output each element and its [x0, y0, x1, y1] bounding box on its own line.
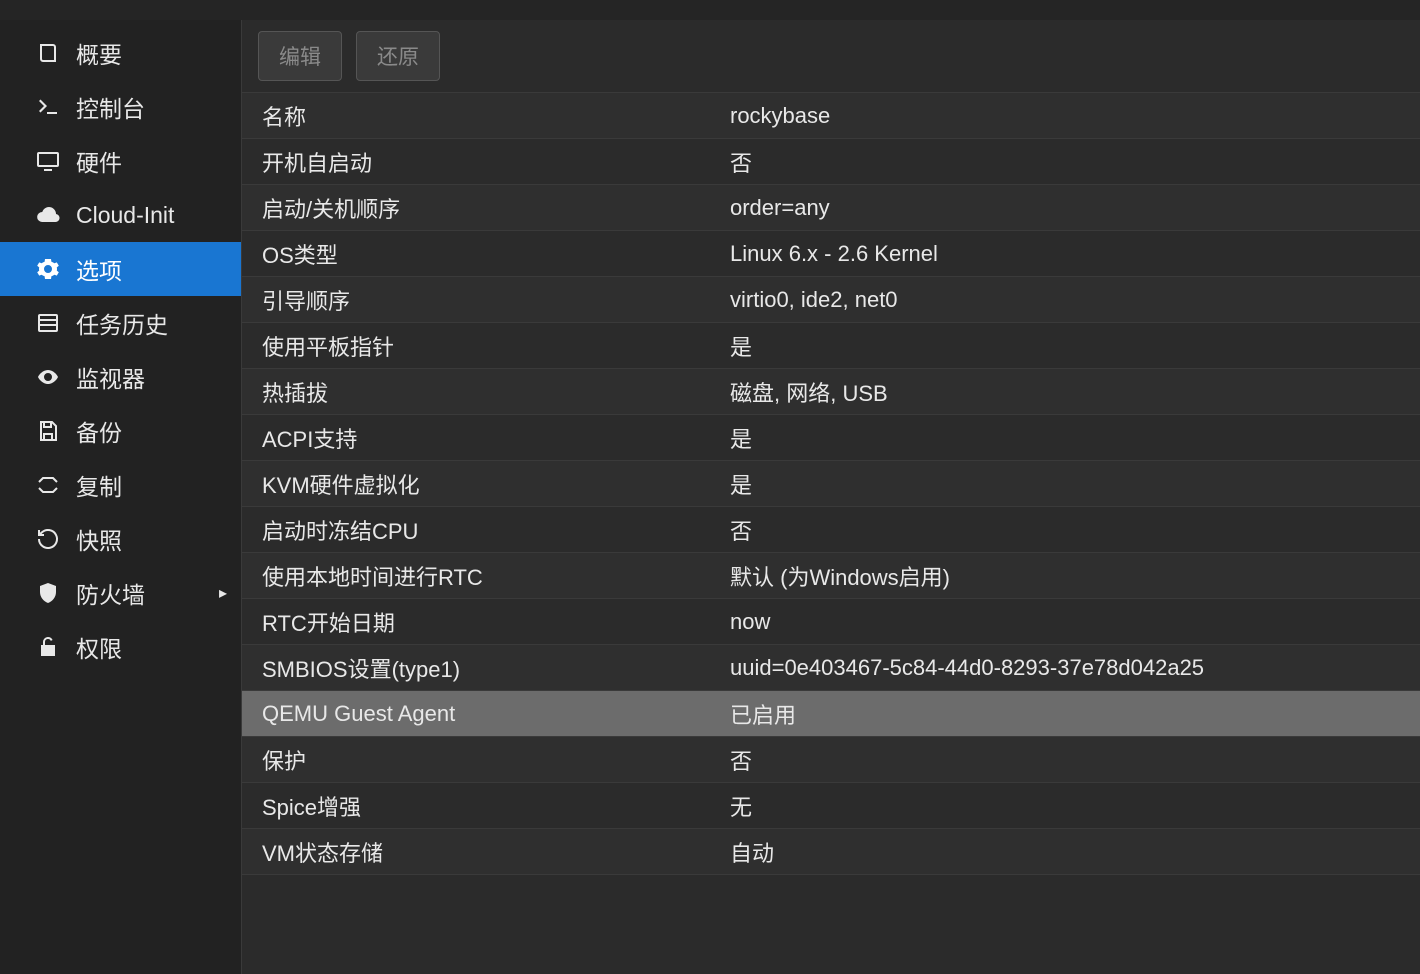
option-key: RTC开始日期	[242, 606, 722, 638]
option-value: 磁盘, 网络, USB	[722, 376, 1420, 408]
option-value: 否	[722, 744, 1420, 776]
sidebar-item-unlock[interactable]: 权限	[0, 620, 241, 674]
option-key: 启动时冻结CPU	[242, 514, 722, 546]
option-row[interactable]: 使用平板指针是	[242, 323, 1420, 369]
sync-icon	[32, 473, 64, 497]
option-row[interactable]: 启动时冻结CPU否	[242, 507, 1420, 553]
option-value: 已启用	[722, 698, 1420, 730]
options-grid: 名称rockybase开机自启动否启动/关机顺序order=anyOS类型Lin…	[242, 92, 1420, 974]
list-icon	[32, 311, 64, 335]
option-row[interactable]: 开机自启动否	[242, 139, 1420, 185]
option-key: 保护	[242, 744, 722, 776]
option-key: 启动/关机顺序	[242, 192, 722, 224]
option-value: 否	[722, 514, 1420, 546]
main-panel: 编辑 还原 名称rockybase开机自启动否启动/关机顺序order=anyO…	[242, 20, 1420, 974]
option-key: 开机自启动	[242, 146, 722, 178]
toolbar: 编辑 还原	[242, 20, 1420, 92]
option-row[interactable]: RTC开始日期now	[242, 599, 1420, 645]
option-row[interactable]: 名称rockybase	[242, 93, 1420, 139]
option-row[interactable]: OS类型Linux 6.x - 2.6 Kernel	[242, 231, 1420, 277]
option-row[interactable]: VM状态存储自动	[242, 829, 1420, 875]
sidebar-item-label: 选项	[76, 252, 122, 286]
option-value: virtio0, ide2, net0	[722, 287, 1420, 313]
sidebar-item-cloud[interactable]: Cloud-Init	[0, 188, 241, 242]
option-value: 自动	[722, 836, 1420, 868]
sidebar-item-label: 权限	[76, 630, 122, 664]
option-key: 热插拔	[242, 376, 722, 408]
option-key: KVM硬件虚拟化	[242, 468, 722, 500]
option-key: 引导顺序	[242, 284, 722, 316]
option-value: 否	[722, 146, 1420, 178]
sidebar-item-label: 备份	[76, 414, 122, 448]
sidebar-item-label: 防火墙	[76, 576, 145, 610]
revert-button[interactable]: 还原	[356, 31, 440, 81]
sidebar-item-sync[interactable]: 复制	[0, 458, 241, 512]
sidebar-item-label: 快照	[76, 522, 122, 556]
cloud-icon	[32, 203, 64, 227]
sidebar-item-book[interactable]: 概要	[0, 26, 241, 80]
option-value: now	[722, 609, 1420, 635]
option-key: QEMU Guest Agent	[242, 701, 722, 727]
chevron-right-icon: ▸	[219, 583, 227, 603]
option-value: 无	[722, 790, 1420, 822]
sidebar-item-label: 概要	[76, 36, 122, 70]
option-row[interactable]: 使用本地时间进行RTC默认 (为Windows启用)	[242, 553, 1420, 599]
sidebar-item-label: 复制	[76, 468, 122, 502]
sidebar-item-label: 硬件	[76, 144, 122, 178]
sidebar-item-label: Cloud-Init	[76, 202, 174, 229]
book-icon	[32, 41, 64, 65]
option-value: 是	[722, 330, 1420, 362]
option-row[interactable]: 保护否	[242, 737, 1420, 783]
monitor-icon	[32, 149, 64, 173]
app-root: 概要控制台硬件 Cloud-Init 选项任务历史监视器备份复制快照防火墙 ▸ 权限 编…	[0, 0, 1420, 974]
option-value: 是	[722, 468, 1420, 500]
option-key: Spice增强	[242, 790, 722, 822]
option-row[interactable]: Spice增强无	[242, 783, 1420, 829]
gear-icon	[32, 257, 64, 281]
edit-button[interactable]: 编辑	[258, 31, 342, 81]
terminal-icon	[32, 95, 64, 119]
sidebar-item-save[interactable]: 备份	[0, 404, 241, 458]
option-row[interactable]: 热插拔磁盘, 网络, USB	[242, 369, 1420, 415]
option-value: order=any	[722, 195, 1420, 221]
option-key: 使用本地时间进行RTC	[242, 560, 722, 592]
option-value: uuid=0e403467-5c84-44d0-8293-37e78d042a2…	[722, 655, 1420, 681]
sidebar-item-label: 监视器	[76, 360, 145, 394]
option-value: 是	[722, 422, 1420, 454]
option-row[interactable]: 引导顺序virtio0, ide2, net0	[242, 277, 1420, 323]
sidebar-item-eye[interactable]: 监视器	[0, 350, 241, 404]
option-key: 名称	[242, 100, 722, 132]
save-icon	[32, 419, 64, 443]
option-key: 使用平板指针	[242, 330, 722, 362]
sidebar-item-shield[interactable]: 防火墙 ▸	[0, 566, 241, 620]
sidebar-item-history[interactable]: 快照	[0, 512, 241, 566]
sidebar-item-gear[interactable]: 选项	[0, 242, 241, 296]
history-icon	[32, 527, 64, 551]
option-key: SMBIOS设置(type1)	[242, 652, 722, 684]
option-value: rockybase	[722, 103, 1420, 129]
sidebar-item-label: 任务历史	[76, 306, 168, 340]
sidebar-item-label: 控制台	[76, 90, 145, 124]
option-row[interactable]: QEMU Guest Agent已启用	[242, 691, 1420, 737]
option-row[interactable]: ACPI支持是	[242, 415, 1420, 461]
option-row[interactable]: KVM硬件虚拟化是	[242, 461, 1420, 507]
sidebar-item-monitor[interactable]: 硬件	[0, 134, 241, 188]
sidebar: 概要控制台硬件 Cloud-Init 选项任务历史监视器备份复制快照防火墙 ▸ 权限	[0, 20, 242, 974]
unlock-icon	[32, 635, 64, 659]
sidebar-item-terminal[interactable]: 控制台	[0, 80, 241, 134]
shield-icon	[32, 581, 64, 605]
option-value: Linux 6.x - 2.6 Kernel	[722, 241, 1420, 267]
option-key: VM状态存储	[242, 836, 722, 868]
option-row[interactable]: SMBIOS设置(type1)uuid=0e403467-5c84-44d0-8…	[242, 645, 1420, 691]
option-value: 默认 (为Windows启用)	[722, 560, 1420, 592]
option-key: OS类型	[242, 238, 722, 270]
option-key: ACPI支持	[242, 422, 722, 454]
sidebar-item-list[interactable]: 任务历史	[0, 296, 241, 350]
eye-icon	[32, 365, 64, 389]
option-row[interactable]: 启动/关机顺序order=any	[242, 185, 1420, 231]
